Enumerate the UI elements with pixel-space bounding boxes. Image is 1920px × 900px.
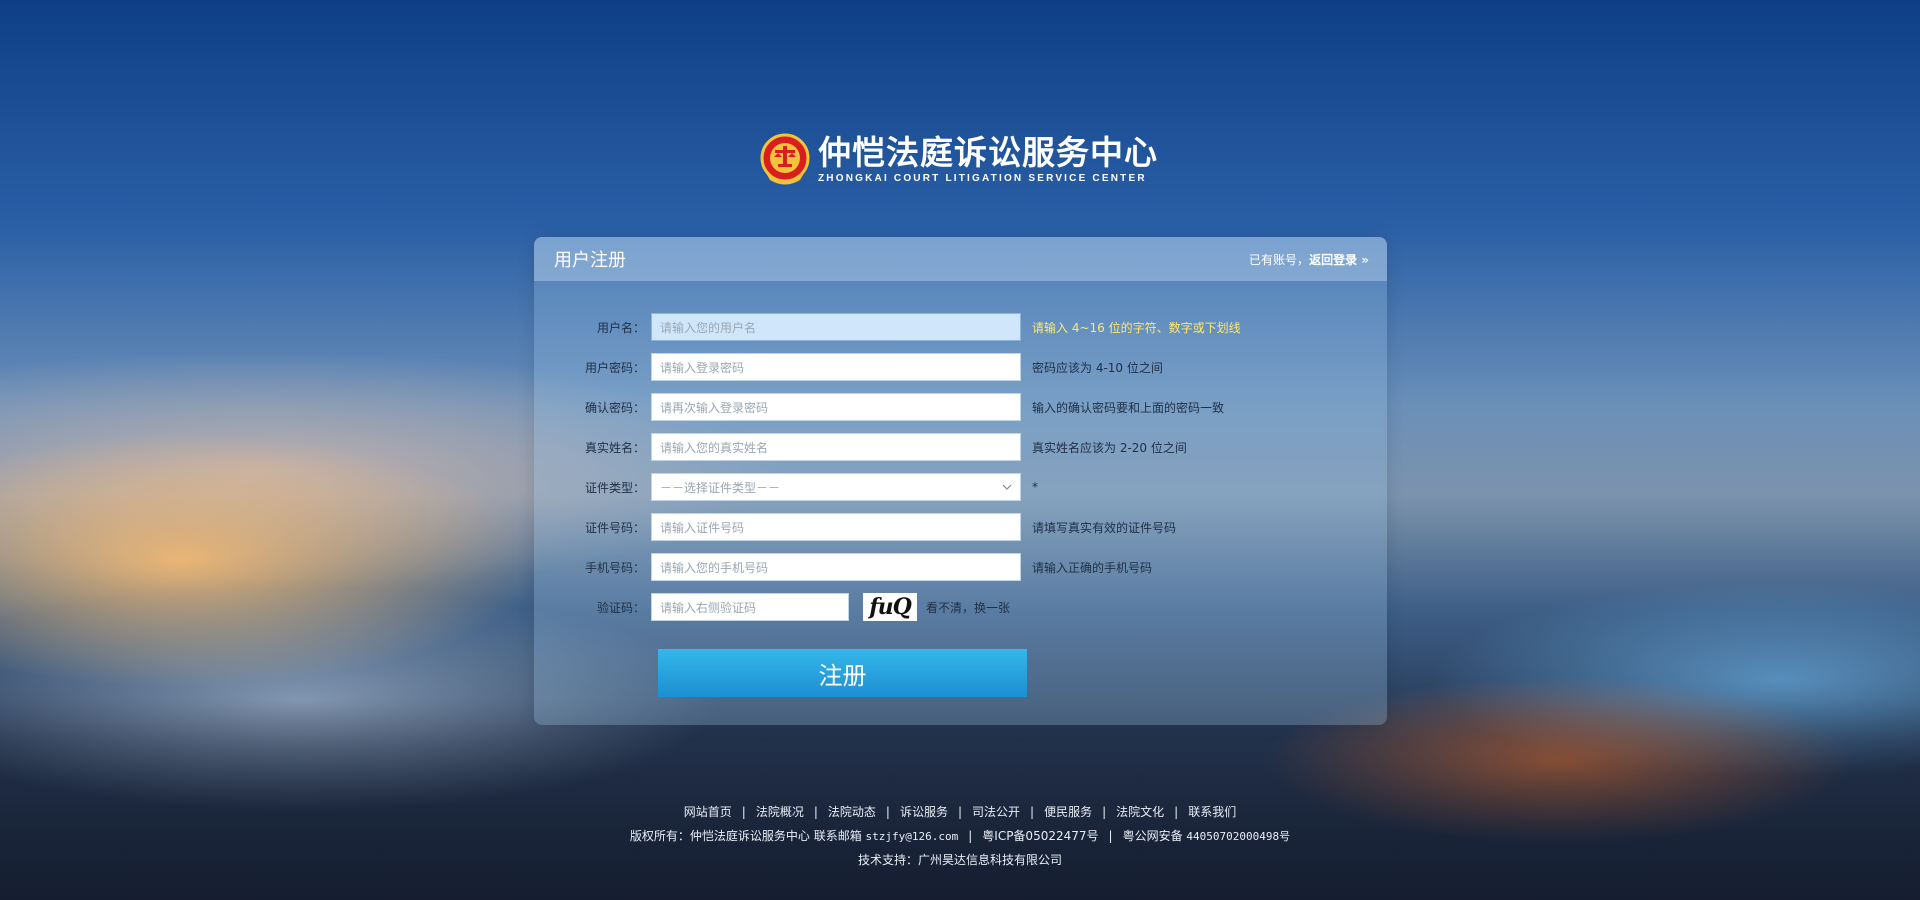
page-footer: 网站首页 | 法院概况 | 法院动态 | 诉讼服务 | 司法公开 | 便民服务 | 法院文化 | 联系我们 … [0, 800, 1920, 872]
police-prefix: 粤公网安备 [1122, 829, 1187, 843]
icp-number[interactable]: 粤ICP备05022477号 [982, 829, 1098, 843]
id-number-input[interactable]: 请输入证件号码 [651, 513, 1021, 541]
real-name-input[interactable]: 请输入您的真实姓名 [651, 433, 1021, 461]
panel-title: 用户注册 [554, 250, 626, 271]
real-name-hint: 真实姓名应该为 2-20 位之间 [1032, 440, 1187, 455]
footer-link-contact[interactable]: 联系我们 [1188, 805, 1236, 819]
site-subtitle: ZHONGKAI COURT LITIGATION SERVICE CENTER [818, 173, 1147, 184]
captcha-image[interactable]: fuQ [863, 593, 917, 621]
captcha-input[interactable]: 请输入右侧验证码 [651, 593, 849, 621]
confirm-password-label: 确认密码： [584, 400, 645, 415]
id-number-label: 证件号码： [584, 520, 645, 535]
footer-nav: 网站首页 | 法院概况 | 法院动态 | 诉讼服务 | 司法公开 | 便民服务 | 法院文化 | 联系我们 [683, 805, 1237, 819]
form-row-confirm-password: 确认密码： 请再次输入登录密码 输入的确认密码要和上面的密码一致 [534, 393, 1387, 421]
login-prompt: 已有账号，返回登录 » [1249, 251, 1369, 268]
form-row-id-type: 证件类型： －－选择证件类型－－ * [534, 473, 1387, 501]
username-hint: 请输入 4~16 位的字符、数字或下划线 [1032, 320, 1241, 335]
id-type-required-mark: * [1032, 480, 1038, 494]
register-panel: 用户注册 已有账号，返回登录 » 用户名： 请输入您的用户名 请输入 4~16 … [534, 237, 1387, 725]
id-type-selected: －－选择证件类型－－ [660, 480, 781, 495]
footer-link-litigation[interactable]: 诉讼服务 [900, 805, 948, 819]
back-to-login-link[interactable]: 返回登录 » [1309, 253, 1369, 267]
username-input[interactable]: 请输入您的用户名 [651, 313, 1021, 341]
site-title: 仲恺法庭诉讼服务中心 [818, 133, 1158, 172]
real-name-label: 真实姓名： [584, 440, 645, 455]
id-type-select[interactable]: －－选择证件类型－－ [651, 473, 1021, 501]
site-brand: 仲恺法庭诉讼服务中心 ZHONGKAI COURT LITIGATION SER… [818, 134, 1158, 186]
footer-link-overview[interactable]: 法院概况 [756, 805, 804, 819]
login-prompt-text: 已有账号， [1249, 252, 1310, 267]
phone-label: 手机号码： [584, 560, 645, 575]
form-row-password: 用户密码： 请输入登录密码 密码应该为 4-10 位之间 [534, 353, 1387, 381]
chevron-down-icon [1002, 484, 1012, 490]
id-type-label: 证件类型： [584, 480, 645, 495]
confirm-password-hint: 输入的确认密码要和上面的密码一致 [1032, 400, 1225, 415]
id-number-hint: 请填写真实有效的证件号码 [1032, 520, 1177, 535]
phone-input[interactable]: 请输入您的手机号码 [651, 553, 1021, 581]
footer-link-service[interactable]: 便民服务 [1044, 805, 1092, 819]
confirm-password-input[interactable]: 请再次输入登录密码 [651, 393, 1021, 421]
form-row-real-name: 真实姓名： 请输入您的真实姓名 真实姓名应该为 2-20 位之间 [534, 433, 1387, 461]
panel-header: 用户注册 已有账号，返回登录 » [534, 237, 1387, 281]
court-emblem-icon [760, 133, 810, 187]
site-logo: 仲恺法庭诉讼服务中心 ZHONGKAI COURT LITIGATION SER… [760, 130, 1158, 190]
phone-hint: 请输入正确的手机号码 [1032, 560, 1153, 575]
copyright-text: 版权所有：仲恺法庭诉讼服务中心 联系邮箱 [629, 829, 866, 843]
password-label: 用户密码： [584, 360, 645, 375]
username-label: 用户名： [596, 320, 645, 335]
footer-copyright: 版权所有：仲恺法庭诉讼服务中心 联系邮箱 stzjfy@126.com | 粤ICP… [629, 829, 1291, 843]
form-row-id-number: 证件号码： 请输入证件号码 请填写真实有效的证件号码 [534, 513, 1387, 541]
captcha-label: 验证码： [596, 600, 645, 615]
footer-link-culture[interactable]: 法院文化 [1116, 805, 1164, 819]
footer-link-home[interactable]: 网站首页 [684, 805, 732, 819]
form-row-captcha: 验证码： 请输入右侧验证码 fuQ 看不清，换一张 [534, 593, 1387, 621]
contact-email: stzjfy@126.com [865, 830, 959, 843]
form-row-username: 用户名： 请输入您的用户名 请输入 4~16 位的字符、数字或下划线 [534, 313, 1387, 341]
form-row-phone: 手机号码： 请输入您的手机号码 请输入正确的手机号码 [534, 553, 1387, 581]
password-hint: 密码应该为 4-10 位之间 [1032, 360, 1163, 375]
footer-link-judicial[interactable]: 司法公开 [972, 805, 1020, 819]
password-input[interactable]: 请输入登录密码 [651, 353, 1021, 381]
police-number[interactable]: 44050702000498号 [1186, 830, 1290, 843]
footer-link-news[interactable]: 法院动态 [828, 805, 876, 819]
captcha-refresh-link[interactable]: 看不清，换一张 [926, 599, 1010, 616]
footer-tech-support: 技术支持：广州昊达信息科技有限公司 [857, 853, 1062, 867]
register-button[interactable]: 注册 [658, 649, 1027, 697]
